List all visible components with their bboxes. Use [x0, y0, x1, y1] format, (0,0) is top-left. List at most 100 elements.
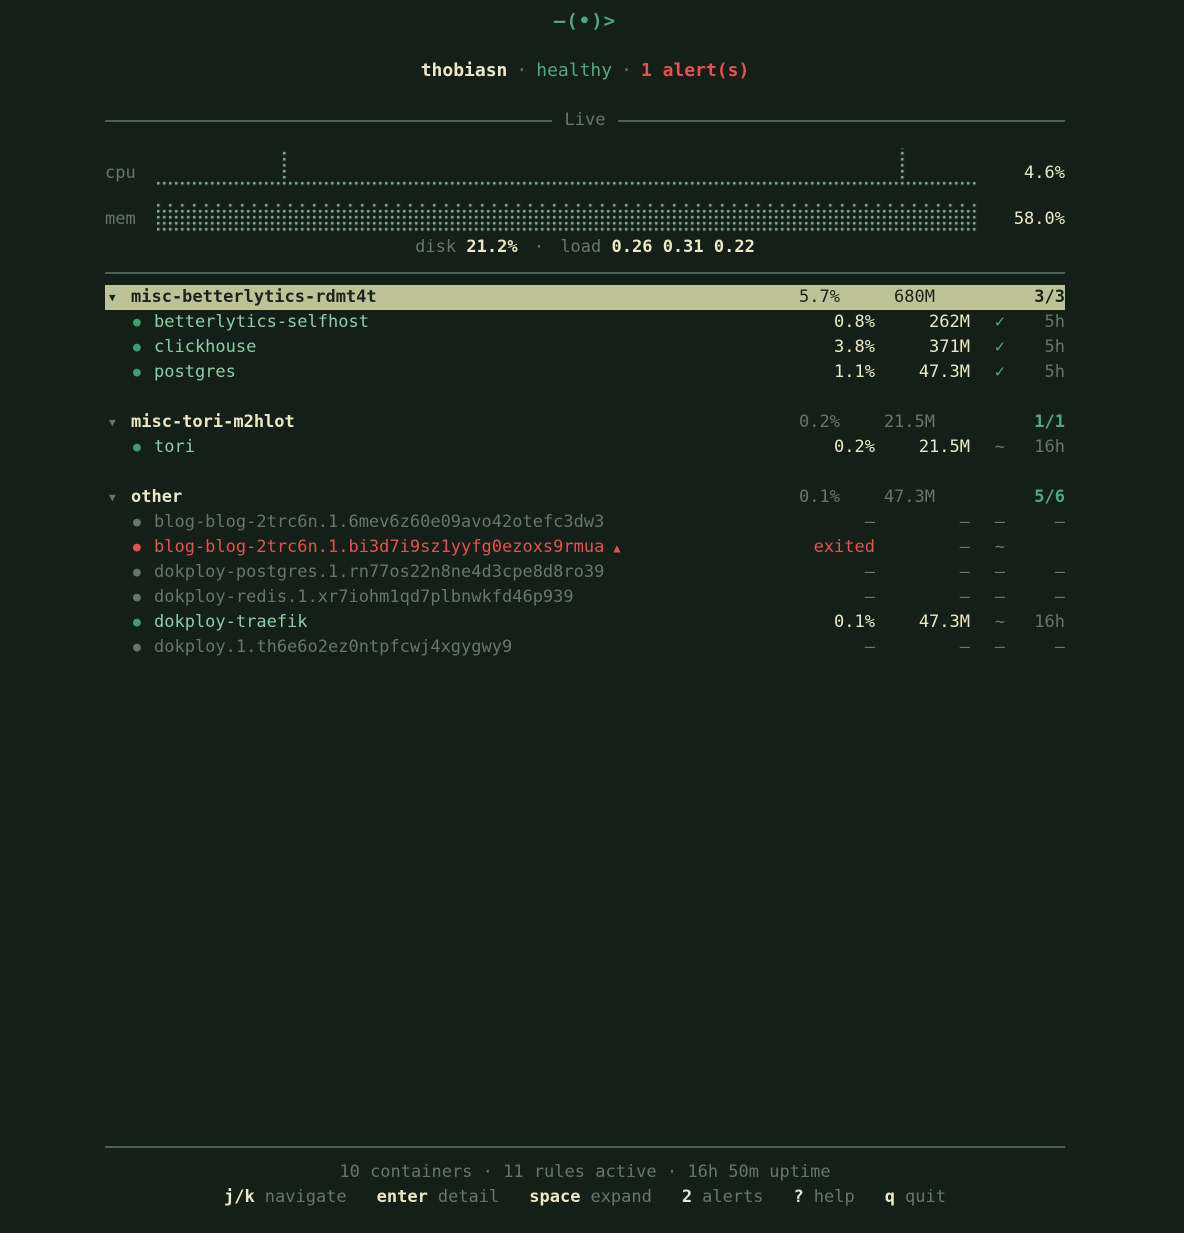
uptime-cell: – — [1005, 635, 1065, 660]
mem-cell: – — [875, 535, 970, 560]
key-action-label: detail — [438, 1185, 499, 1210]
group-status-cell — [935, 410, 970, 435]
container-row[interactable]: ● clickhouse 3.8% 371M ✓ 5h — [105, 335, 1065, 360]
keybindings-bar: j/k navigate enter detail space expand 2… — [105, 1185, 1065, 1210]
container-name: betterlytics-selfhost — [154, 310, 785, 335]
container-row[interactable]: ● dokploy-redis.1.xr7iohm1qd7plbnwkfd46p… — [105, 585, 1065, 610]
status-bullet-icon: ● — [131, 560, 154, 585]
disk-label: disk — [415, 237, 456, 257]
expand-arrow-icon: ▼ — [105, 485, 131, 510]
status-cell: – — [970, 635, 1005, 660]
group-mem-cell: 21.5M — [840, 410, 935, 435]
status-cell: – — [970, 510, 1005, 535]
group-cpu-cell: 0.2% — [750, 410, 840, 435]
expand-arrow-icon: ▼ — [105, 410, 131, 435]
group-name: misc-betterlytics-rdmt4t — [131, 285, 750, 310]
key-hint[interactable]: enter detail — [377, 1185, 500, 1210]
group-status-cell — [935, 485, 970, 510]
container-name: dokploy.1.th6e6o2ez0ntpfcwj4xgygwy9 — [154, 635, 785, 660]
group-row[interactable]: ▼ misc-tori-m2hlot 0.2% 21.5M 1/1 — [105, 410, 1065, 435]
container-row[interactable]: ● dokploy.1.th6e6o2ez0ntpfcwj4xgygwy9 – … — [105, 635, 1065, 660]
terminal-app: –(•)> thobiasn·healthy·1 alert(s) Live c… — [0, 0, 1184, 1233]
key-name: enter — [377, 1185, 428, 1210]
health-status: healthy — [536, 60, 612, 81]
group-count-cell: 3/3 — [970, 285, 1065, 310]
container-row[interactable]: ● dokploy-postgres.1.rn77os22n8ne4d3cpe8… — [105, 560, 1065, 585]
container-row[interactable]: ● dokploy-traefik 0.1% 47.3M ~ 16h — [105, 610, 1065, 635]
group-row[interactable]: ▼ other 0.1% 47.3M 5/6 — [105, 485, 1065, 510]
uptime-cell — [1005, 535, 1065, 560]
uptime-cell: 5h — [1005, 360, 1065, 385]
key-name: 2 — [682, 1185, 692, 1210]
group-row[interactable]: ▼ misc-betterlytics-rdmt4t 5.7% 680M 3/3 — [105, 285, 1065, 310]
group-name: other — [131, 485, 750, 510]
mem-cell: – — [875, 560, 970, 585]
separator-line — [618, 120, 1065, 122]
container-name: blog-blog-2trc6n.1.6mev6z60e09avo42otefc… — [154, 510, 785, 535]
key-name: ? — [794, 1185, 804, 1210]
status-bullet-icon: ● — [131, 360, 154, 385]
key-hint[interactable]: space expand — [529, 1185, 652, 1210]
key-hint[interactable]: q quit — [885, 1185, 946, 1210]
group-mem-cell: 680M — [840, 285, 935, 310]
status-cell: – — [970, 560, 1005, 585]
mem-cell: – — [875, 585, 970, 610]
status-cell: ~ — [970, 610, 1005, 635]
container-name: dokploy-traefik — [154, 610, 785, 635]
key-action-label: help — [814, 1185, 855, 1210]
group-status-cell — [935, 285, 970, 310]
container-row[interactable]: ● betterlytics-selfhost 0.8% 262M ✓ 5h — [105, 310, 1065, 335]
alerts-badge[interactable]: 1 alert(s) — [641, 60, 749, 81]
key-hint[interactable]: ? help — [794, 1185, 855, 1210]
key-action-label: quit — [905, 1185, 946, 1210]
container-row[interactable]: ● tori 0.2% 21.5M ~ 16h — [105, 435, 1065, 460]
load-value: 0.26 0.31 0.22 — [612, 237, 755, 257]
mem-cell: – — [875, 510, 970, 535]
key-hint[interactable]: j/k navigate — [224, 1185, 347, 1210]
group-gap — [105, 460, 1065, 485]
live-section-separator: Live — [105, 108, 1065, 133]
group-mem-cell: 47.3M — [840, 485, 935, 510]
warning-icon: ▲ — [604, 541, 620, 555]
status-bullet-icon: ● — [131, 610, 154, 635]
cpu-cell: 0.8% — [785, 310, 875, 335]
status-bullet-icon: ● — [131, 310, 154, 335]
group-count-cell: 1/1 — [970, 410, 1065, 435]
status-cell: ~ — [970, 535, 1005, 560]
key-name: space — [529, 1185, 580, 1210]
cpu-label: cpu — [105, 161, 157, 186]
mem-sparkline — [157, 194, 981, 234]
stats-line: 10 containers · 11 rules active · 16h 50… — [105, 1160, 1065, 1185]
container-name: dokploy-postgres.1.rn77os22n8ne4d3cpe8d8… — [154, 560, 785, 585]
container-row[interactable]: ● blog-blog-2trc6n.1.6mev6z60e09avo42ote… — [105, 510, 1065, 535]
load-label: load — [560, 237, 601, 257]
expand-arrow-icon: ▼ — [105, 285, 131, 310]
cpu-cell: 3.8% — [785, 335, 875, 360]
key-hint[interactable]: 2 alerts — [682, 1185, 764, 1210]
container-name: blog-blog-2trc6n.1.bi3d7i9sz1yyfg0ezoxs9… — [154, 535, 785, 560]
mem-cell: 47.3M — [875, 610, 970, 635]
table-separator — [105, 272, 1065, 274]
group-name: misc-tori-m2hlot — [131, 410, 750, 435]
cpu-sparkline — [157, 148, 981, 188]
cpu-value: 4.6% — [981, 161, 1065, 186]
container-row[interactable]: ● blog-blog-2trc6n.1.bi3d7i9sz1yyfg0ezox… — [105, 535, 1065, 560]
key-action-label: alerts — [702, 1185, 763, 1210]
key-name: q — [885, 1185, 895, 1210]
container-row[interactable]: ● postgres 1.1% 47.3M ✓ 5h — [105, 360, 1065, 385]
host-header: thobiasn·healthy·1 alert(s) — [105, 59, 1065, 83]
status-cell: – — [970, 585, 1005, 610]
group-cpu-cell: 5.7% — [750, 285, 840, 310]
hostname-label: thobiasn — [421, 60, 508, 81]
group-cpu-cell: 0.1% — [750, 485, 840, 510]
status-bullet-icon: ● — [131, 585, 154, 610]
mem-label: mem — [105, 207, 157, 232]
cpu-cell: – — [785, 510, 875, 535]
header-separator: · — [612, 60, 641, 81]
mem-gauge-row: mem 58.0% — [105, 190, 1065, 234]
key-name: j/k — [224, 1185, 255, 1210]
app-logo: –(•)> — [105, 0, 1065, 33]
status-cell: ✓ — [970, 335, 1005, 360]
cpu-cell: 0.1% — [785, 610, 875, 635]
statline-separator: · — [528, 237, 550, 257]
